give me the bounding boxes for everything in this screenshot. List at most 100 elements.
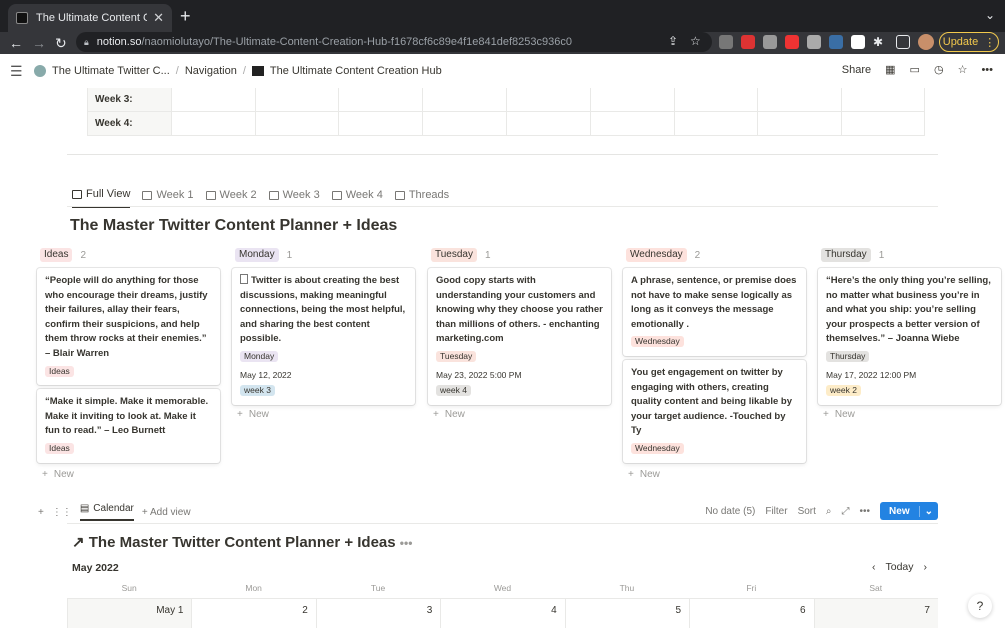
no-date-button[interactable]: No date (5) [705,506,755,517]
table-cell[interactable] [170,112,255,135]
extensions-puzzle-icon[interactable]: ✱ [873,35,887,49]
table-cell[interactable] [841,112,925,135]
table-cell[interactable] [422,112,506,135]
table-cell[interactable] [673,88,758,111]
new-card-button[interactable]: + New [623,469,806,480]
board-card[interactable]: “Make it simple. Make it memorable. Make… [37,389,220,463]
side-panel-icon[interactable] [896,35,910,49]
tab-threads[interactable]: Threads [394,188,449,208]
comments-icon[interactable]: ▭ [910,63,920,76]
tab-week-3[interactable]: Week 3 [268,188,320,208]
add-block-icon[interactable]: + [38,507,44,518]
table-cell[interactable] [589,88,674,111]
favorite-star-icon[interactable]: ☆ [958,63,968,76]
column-header[interactable]: Monday 1 [232,248,415,262]
breadcrumb-item-1[interactable]: The Ultimate Twitter C... [52,65,170,77]
tab-week-1[interactable]: Week 1 [142,188,194,208]
table-cell[interactable] [841,88,925,111]
table-cell[interactable] [673,112,758,135]
board-card[interactable]: “Here’s the only thing you’re selling, n… [818,268,1001,405]
add-view-button[interactable]: + Add view [142,507,191,518]
board-card[interactable]: A phrase, sentence, or premise does not … [623,268,806,356]
new-card-button[interactable]: + New [428,409,611,420]
browser-tab[interactable]: The Ultimate Content Creation ✕ [8,4,172,32]
close-tab-icon[interactable]: ✕ [153,10,164,26]
extension-6-icon[interactable] [829,35,843,49]
table-cell[interactable] [589,112,674,135]
expand-icon[interactable]: ⤢ [842,506,850,517]
tab-full-view[interactable]: Full View [72,188,131,208]
breadcrumb-item-3[interactable]: The Ultimate Content Creation Hub [270,65,442,77]
calendar-day[interactable]: 6 [689,599,813,628]
calendar-day[interactable]: May 1 [67,599,192,628]
extension-2-icon[interactable] [741,35,755,49]
extension-5-icon[interactable] [807,35,821,49]
new-card-button[interactable]: + New [37,469,220,480]
more-options-icon[interactable]: ••• [860,506,871,517]
tab-week-2[interactable]: Week 2 [205,188,257,208]
column-header[interactable]: Wednesday 2 [623,248,806,262]
table-cell[interactable] [506,88,590,111]
chevron-down-icon[interactable]: ⌄ [918,505,938,517]
sort-button[interactable]: Sort [798,506,816,517]
board-card[interactable]: Twitter is about creating the best discu… [232,268,415,405]
calendar-day[interactable]: 4 [440,599,564,628]
calendar-day[interactable]: 2 [191,599,315,628]
tab-search-icon[interactable]: ⌄ [985,8,995,22]
calendar-day[interactable]: 7 [813,599,938,628]
filter-button[interactable]: Filter [765,506,787,517]
extension-7-icon[interactable] [851,35,865,49]
board-card[interactable]: Good copy starts with understanding your… [428,268,611,405]
new-card-button[interactable]: + New [818,409,1001,420]
new-tab-icon[interactable]: + [180,6,191,27]
calendar-title[interactable]: ↗ The Master Twitter Content Planner + I… [72,533,412,551]
updates-clock-icon[interactable]: ◷ [934,63,944,76]
table-cell[interactable] [422,88,506,111]
more-options-icon[interactable]: ••• [400,536,413,550]
calendar-title-text: The Master Twitter Content Planner + Ide… [88,534,396,551]
breadcrumb-item-2[interactable]: Navigation [185,65,237,77]
url-bar[interactable]: 🔒︎ notion.so/naomiolutayo/The-Ultimate-C… [76,32,712,52]
tab-calendar[interactable]: ▤ Calendar [79,503,134,521]
column-header[interactable]: Thursday 1 [818,248,1001,262]
extension-4-icon[interactable] [785,35,799,49]
table-cell[interactable] [506,112,590,135]
extension-1-icon[interactable] [719,35,733,49]
update-button[interactable]: Update ⋮ [939,32,999,52]
table-cell[interactable] [254,88,339,111]
table-cell[interactable] [338,88,422,111]
back-icon[interactable]: ← [9,35,23,51]
forward-icon[interactable]: → [32,35,46,51]
column-header[interactable]: Ideas 2 [37,248,220,262]
table-cell[interactable] [254,112,339,135]
more-options-icon[interactable]: ••• [981,64,993,76]
sidebar-menu-icon[interactable]: ☰ [10,63,23,80]
column-count: 2 [694,249,701,261]
calendar-day[interactable]: 3 [315,599,440,628]
profile-avatar[interactable] [918,34,934,50]
search-icon[interactable]: ⌕ [826,506,832,517]
table-cell[interactable] [338,112,422,135]
calendar-day[interactable]: 5 [564,599,689,628]
extension-3-icon[interactable] [763,35,777,49]
bookmark-star-icon[interactable]: ☆ [690,34,701,48]
column-header[interactable]: Tuesday 1 [428,248,611,262]
today-button[interactable]: Today [886,561,914,573]
next-month-icon[interactable]: › [924,561,928,573]
share-page-icon[interactable]: ⇪ [668,34,678,48]
new-button[interactable]: New ⌄ [880,502,938,520]
reload-icon[interactable]: ↻ [55,35,67,51]
database-title[interactable]: The Master Twitter Content Planner + Ide… [70,217,397,235]
table-cell[interactable] [170,88,255,111]
help-button[interactable]: ? [968,594,992,618]
drag-handle-icon[interactable]: ⋮⋮ [52,507,72,518]
new-card-button[interactable]: + New [232,409,415,420]
board-card[interactable]: You get engagement on twitter by engagin… [623,359,806,463]
tab-week-4[interactable]: Week 4 [331,188,383,208]
table-cell[interactable] [757,112,841,135]
prev-month-icon[interactable]: ‹ [872,561,876,573]
board-card[interactable]: “People will do anything for those who e… [37,268,220,386]
share-button[interactable]: Share [842,64,871,76]
layout-grid-icon[interactable]: ▦ [885,63,895,76]
table-cell[interactable] [757,88,841,111]
